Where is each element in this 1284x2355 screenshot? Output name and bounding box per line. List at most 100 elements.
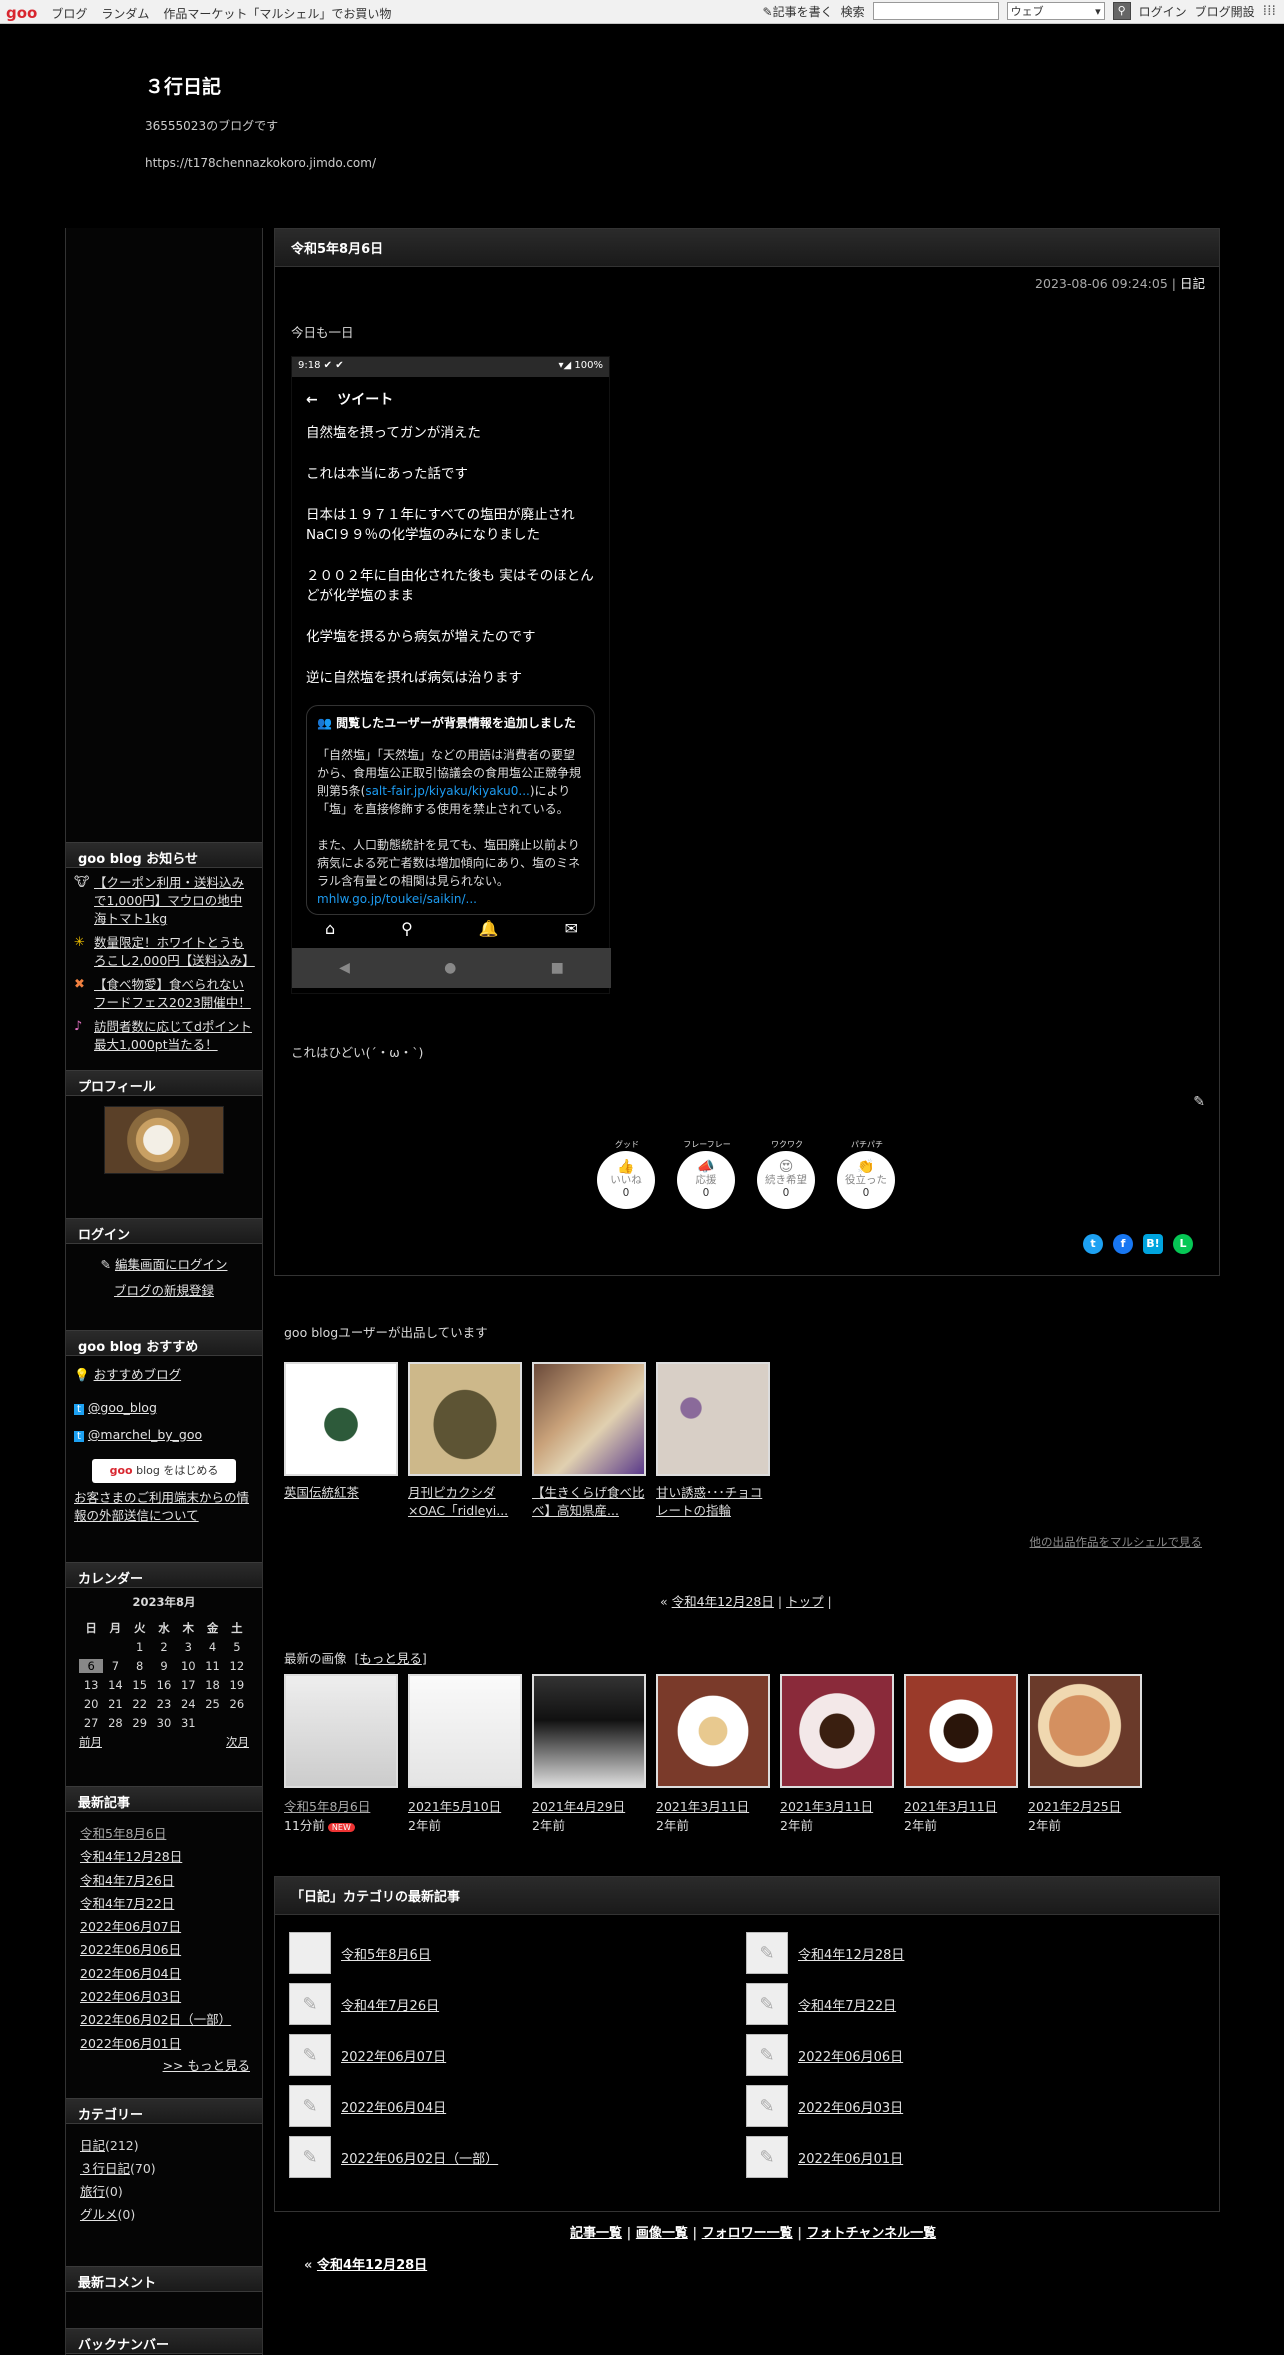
marche-item-image[interactable]: [284, 1362, 398, 1476]
hatena-bookmark-icon[interactable]: B!: [1143, 1234, 1163, 1254]
latest-image-thumb[interactable]: [408, 1674, 522, 1788]
notice-link[interactable]: 数量限定！ホワイトとうもろこし2,000円【送料込み】: [94, 934, 255, 970]
facebook-share-icon[interactable]: f: [1113, 1234, 1133, 1254]
calendar-day[interactable]: 10: [176, 1659, 200, 1673]
twitter-share-icon[interactable]: t: [1083, 1234, 1103, 1254]
category-post-link[interactable]: 2022年06月07日: [341, 2046, 446, 2065]
edit-pencil-icon[interactable]: ✎: [1193, 1094, 1205, 1110]
calendar-day[interactable]: 27: [79, 1716, 103, 1730]
more-posts-link[interactable]: >> もっと見る: [163, 2058, 250, 2073]
login-link[interactable]: ログイン: [1139, 3, 1187, 20]
recent-post-link[interactable]: 令和4年7月26日: [80, 1873, 174, 1888]
latest-image-item[interactable]: 令和5年8月6日 11分前 NEW: [284, 1674, 398, 1834]
latest-image-date[interactable]: 2021年5月10日: [408, 1796, 522, 1815]
marche-item[interactable]: 月刊ピカクシダ×OAC「ridleyi...: [408, 1362, 522, 1520]
calendar-day[interactable]: 19: [225, 1678, 249, 1692]
recent-post-link[interactable]: 令和5年8月6日: [80, 1826, 166, 1841]
latest-image-thumb[interactable]: [780, 1674, 894, 1788]
notice-item[interactable]: ♪ 訪問者数に応じてdポイント最大1,000pt当たる！: [74, 1018, 254, 1054]
document-icon[interactable]: ✎: [289, 2034, 331, 2076]
notice-item[interactable]: ✖ 【食べ物愛】食べられないフードフェス2023開催中！: [74, 976, 254, 1012]
marche-item-image[interactable]: [532, 1362, 646, 1476]
calendar-day[interactable]: 2: [152, 1640, 176, 1654]
notice-item[interactable]: 🐮 【クーポン利用・送料込みで1,000円】マウロの地中海トマト1kg: [74, 874, 254, 928]
calendar-day[interactable]: 16: [152, 1678, 176, 1692]
document-icon[interactable]: ✎: [746, 1932, 788, 1974]
marche-item-title[interactable]: 月刊ピカクシダ×OAC「ridleyi...: [408, 1484, 522, 1520]
category-post-item[interactable]: ✎ 2022年06月01日: [746, 2136, 903, 2178]
category-post-item[interactable]: ✎ 令和4年7月22日: [746, 1983, 896, 2025]
recent-post-link[interactable]: 2022年06月01日: [80, 2036, 181, 2051]
reaction-button[interactable]: フレーフレー 📣 応援 0: [677, 1139, 737, 1209]
recent-post-link[interactable]: 2022年06月06日: [80, 1942, 181, 1957]
start-blog-button[interactable]: goo blog をはじめる: [92, 1459, 236, 1483]
category-link[interactable]: 日記: [80, 2138, 105, 2153]
open-blog-link[interactable]: ブログ開設: [1195, 3, 1255, 20]
external-transmission-link[interactable]: お客さまのご利用端末からの情報の外部送信について: [74, 1489, 254, 1525]
category-post-link[interactable]: 2022年06月06日: [798, 2046, 903, 2065]
category-post-link[interactable]: 令和4年7月22日: [798, 1995, 896, 2014]
recent-post-link[interactable]: 2022年06月03日: [80, 1989, 181, 2004]
category-post-link[interactable]: 令和4年7月26日: [341, 1995, 439, 2014]
notice-link[interactable]: 【食べ物愛】食べられないフードフェス2023開催中！: [94, 976, 254, 1012]
marche-item-image[interactable]: [408, 1362, 522, 1476]
category-post-link[interactable]: 2022年06月03日: [798, 2097, 903, 2116]
search-scope-select[interactable]: ウェブ ▾: [1006, 2, 1105, 20]
new-blog-register-link[interactable]: ブログの新規登録: [114, 1283, 214, 1298]
post-thumbnail[interactable]: [289, 1932, 331, 1974]
latest-image-item[interactable]: 2021年5月10日 2年前: [408, 1674, 522, 1834]
marche-item[interactable]: 甘い誘惑･･･チョコレートの指輪: [656, 1362, 770, 1520]
latest-image-item[interactable]: 2021年4月29日 2年前: [532, 1674, 646, 1834]
calendar-day[interactable]: 9: [152, 1659, 176, 1673]
marche-more-link[interactable]: 他の出品作品をマルシェルで見る: [1030, 1534, 1203, 1550]
search-input[interactable]: [872, 2, 999, 20]
category-post-item[interactable]: ✎ 令和4年12月28日: [746, 1932, 904, 1974]
category-post-link[interactable]: 2022年06月02日（一部）: [341, 2148, 498, 2167]
category-post-item[interactable]: 令和5年8月6日: [289, 1932, 431, 1974]
document-icon[interactable]: ✎: [289, 1983, 331, 2025]
footer-link[interactable]: 記事一覧: [570, 2226, 622, 2241]
document-icon[interactable]: ✎: [746, 2034, 788, 2076]
category-post-item[interactable]: ✎ 2022年06月02日（一部）: [289, 2136, 498, 2178]
latest-image-thumb[interactable]: [904, 1674, 1018, 1788]
footer-link[interactable]: 画像一覧: [636, 2226, 688, 2241]
calendar-day[interactable]: 1: [128, 1640, 152, 1654]
profile-image[interactable]: [104, 1106, 224, 1174]
calendar-day[interactable]: 11: [200, 1659, 224, 1673]
notice-link[interactable]: 【クーポン利用・送料込みで1,000円】マウロの地中海トマト1kg: [94, 874, 254, 928]
calendar-day[interactable]: 12: [225, 1659, 249, 1673]
latest-image-thumb[interactable]: [284, 1674, 398, 1788]
calendar-day[interactable]: 21: [103, 1697, 127, 1711]
marche-item-title[interactable]: 【生きくらげ食べ比べ】高知県産...: [532, 1484, 646, 1520]
latest-image-date[interactable]: 令和5年8月6日: [284, 1796, 398, 1815]
marche-item-image[interactable]: [656, 1362, 770, 1476]
latest-image-thumb[interactable]: [532, 1674, 646, 1788]
notice-link[interactable]: 訪問者数に応じてdポイント最大1,000pt当たる！: [94, 1018, 254, 1054]
marche-item-title[interactable]: 甘い誘惑･･･チョコレートの指輪: [656, 1484, 770, 1520]
pager-prev-link[interactable]: 令和4年12月28日: [672, 1594, 774, 1609]
document-icon[interactable]: ✎: [289, 2085, 331, 2127]
latest-image-thumb[interactable]: [1028, 1674, 1142, 1788]
category-post-item[interactable]: ✎ 2022年06月04日: [289, 2085, 446, 2127]
calendar-day[interactable]: 6: [79, 1658, 104, 1673]
pager-top-link[interactable]: トップ: [786, 1594, 824, 1609]
apps-grid-icon[interactable]: ⁞⁞⁞: [1263, 3, 1276, 19]
latest-image-date[interactable]: 2021年2月25日: [1028, 1796, 1142, 1815]
reaction-button[interactable]: グッド 👍 いいね 0: [597, 1139, 657, 1209]
category-post-item[interactable]: ✎ 2022年06月06日: [746, 2034, 903, 2076]
latest-image-item[interactable]: 2021年3月11日 2年前: [904, 1674, 1018, 1834]
latest-image-item[interactable]: 2021年3月11日 2年前: [780, 1674, 894, 1834]
footer-link[interactable]: フォトチャンネル一覧: [806, 2226, 936, 2241]
document-icon[interactable]: ✎: [746, 1983, 788, 2025]
calendar-next-month[interactable]: 次月: [226, 1734, 249, 1750]
nav-marchel-link[interactable]: 作品マーケット「マルシェル」でお買い物: [163, 5, 391, 22]
line-share-icon[interactable]: L: [1173, 1234, 1193, 1254]
nav-blog-link[interactable]: ブログ: [51, 5, 87, 22]
calendar-prev-month[interactable]: 前月: [79, 1734, 102, 1750]
category-link[interactable]: ３行日記: [80, 2161, 130, 2176]
recent-post-link[interactable]: 2022年06月07日: [80, 1919, 181, 1934]
calendar-day[interactable]: 15: [128, 1678, 152, 1692]
latest-image-date[interactable]: 2021年4月29日: [532, 1796, 646, 1815]
category-post-link[interactable]: 令和4年12月28日: [798, 1944, 904, 1963]
marche-item-title[interactable]: 英国伝統紅茶: [284, 1484, 398, 1502]
